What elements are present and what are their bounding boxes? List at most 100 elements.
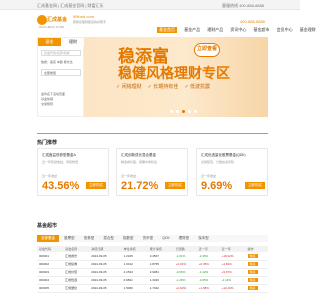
carousel-dot[interactable] bbox=[194, 110, 197, 113]
fund-code: 000003 bbox=[37, 268, 64, 277]
fund-card-desc: 近一年稳健收益，风险较低 bbox=[42, 160, 79, 164]
table-row[interactable]: 000001 汇成成长 2024-09-05 1.2345 3.4567 -1.… bbox=[37, 252, 268, 261]
tab-guaranteed[interactable]: 保本型 bbox=[194, 235, 213, 242]
year-change: +4.81% bbox=[219, 260, 246, 269]
tab-hybrid[interactable]: 混合型 bbox=[99, 235, 118, 242]
main-nav: 基金首页 基金产品 理财产品 资讯中心 基金超市 会员中心 基金理财 bbox=[157, 27, 320, 34]
fund-code: 000001 bbox=[37, 252, 64, 261]
fund-name[interactable]: 汇成量化 bbox=[63, 284, 90, 293]
carousel-dot[interactable] bbox=[176, 110, 179, 113]
buy-button[interactable]: 立即购买 bbox=[165, 182, 185, 189]
table-row[interactable]: 000004 汇成优选 2024-09-05 0.9821 1.3340 -1.… bbox=[37, 276, 268, 285]
month-change: -3.05% bbox=[196, 276, 220, 285]
fund-name[interactable]: 汇成债券 bbox=[63, 260, 90, 269]
promo-banner[interactable]: 稳添富 立即查看 稳健风格理财专区 ✓ 闲钱理财 ✓ 长期持有佳 ✓ 低波抗震 bbox=[84, 37, 268, 117]
tab-all[interactable]: 全部基金 bbox=[37, 235, 59, 242]
side-link[interactable]: 交易规则 bbox=[41, 102, 65, 107]
daily-change: -1.28% bbox=[173, 276, 197, 285]
nav-item-home[interactable]: 基金首页 bbox=[157, 27, 177, 33]
hot-section-title: 热门推荐 bbox=[37, 140, 58, 146]
carousel-dot-active[interactable] bbox=[182, 110, 185, 113]
action-cell: 购买 bbox=[245, 276, 268, 285]
tab-index[interactable]: 指数型 bbox=[119, 235, 138, 242]
unit-nav: 0.9821 bbox=[121, 276, 148, 285]
buy-button[interactable]: 购买 bbox=[247, 286, 258, 290]
nav-item-finance[interactable]: 基金理财 bbox=[300, 27, 316, 33]
section-divider bbox=[37, 133, 268, 134]
month-change: +0.35% bbox=[196, 260, 220, 269]
carousel-dots bbox=[170, 109, 200, 114]
banner-tag: ✓ 长期持有佳 bbox=[147, 84, 179, 90]
fund-type-select[interactable]: 全部类型 bbox=[41, 69, 81, 76]
total-nav: 2.9981 bbox=[147, 268, 174, 277]
action-cell: 购买 bbox=[245, 252, 268, 261]
banner-subtitle: 稳健风格理财专区 bbox=[118, 66, 230, 82]
site-logo[interactable]: 汇成基金 HUICHENG FUND bbox=[37, 14, 67, 30]
action-cell: 购买 bbox=[245, 284, 268, 293]
nav-item-funds[interactable]: 基金产品 bbox=[184, 27, 200, 33]
nav-item-wealth[interactable]: 理财产品 bbox=[207, 27, 223, 33]
buy-button[interactable]: 购买 bbox=[247, 278, 258, 282]
fund-card-label: 近一年收益 bbox=[201, 174, 217, 178]
total-nav: 1.3340 bbox=[147, 276, 174, 285]
fund-card-name[interactable]: 汇成创新成长混合基金 bbox=[121, 153, 156, 158]
fund-name[interactable]: 汇成优选 bbox=[63, 276, 90, 285]
buy-button[interactable]: 立即购买 bbox=[86, 182, 106, 189]
site-domain: 99fund.com bbox=[73, 14, 94, 19]
side-links: 金鸡名下活动页面 基金热销 交易规则 bbox=[41, 92, 65, 107]
fund-code: 000004 bbox=[37, 276, 64, 285]
tab-stock[interactable]: 股票型 bbox=[60, 235, 79, 242]
fund-card-return: 43.56% bbox=[42, 180, 80, 192]
fund-card[interactable]: 汇成鑫益债券型基金A 近一年稳健收益，风险较低 近一年收益 43.56% 立即购… bbox=[37, 148, 109, 196]
logo-name: 汇成基金 bbox=[47, 17, 68, 23]
fund-card-name[interactable]: 汇成优选量化股票基金(QDII) bbox=[201, 153, 246, 158]
table-row[interactable]: 000005 汇成量化 2024-09-05 1.5066 1.7042 +0.… bbox=[37, 284, 268, 293]
tab-wealth[interactable]: 理财型 bbox=[175, 235, 194, 242]
tab-bond[interactable]: 债券型 bbox=[80, 235, 99, 242]
carousel-dot[interactable] bbox=[188, 110, 191, 113]
tab-fund[interactable]: 基金 bbox=[38, 38, 61, 46]
year-change: +9.67% bbox=[219, 268, 246, 277]
site-slogan: 帮助您理财致富的好帮手 bbox=[73, 20, 107, 24]
buy-button[interactable]: 购买 bbox=[247, 262, 258, 266]
fund-type-tabs: 全部基金 股票型 债券型 混合型 指数型 货币型 QDII 理财型 保本型 bbox=[37, 235, 268, 242]
year-change: +18.22% bbox=[219, 252, 246, 261]
unit-nav: 1.2345 bbox=[121, 252, 148, 261]
tab-wealth[interactable]: 理财 bbox=[61, 38, 85, 46]
tab-qdii[interactable]: QDII bbox=[158, 235, 173, 242]
table-row[interactable]: 000002 汇成债券 2024-09-05 1.0012 1.8765 +0.… bbox=[37, 260, 268, 269]
hot-searches[interactable]: 热搜：嘉实 中欧 易方达 bbox=[41, 60, 73, 64]
search-tabs: 基金 理财 bbox=[38, 38, 85, 46]
action-cell: 购买 bbox=[245, 260, 268, 269]
table-row[interactable]: 000003 汇成价值 2024-09-05 2.1534 2.9981 -0.… bbox=[37, 268, 268, 277]
nav-item-member[interactable]: 会员中心 bbox=[277, 27, 293, 33]
top-bar-links[interactable]: 汇成基金网 | 汇成基金官网 | 财富汇乐 bbox=[37, 3, 104, 9]
fund-name[interactable]: 汇成价值 bbox=[63, 268, 90, 277]
nav-date: 2024-09-05 bbox=[89, 260, 122, 269]
fund-card-label: 近一年收益 bbox=[42, 174, 58, 178]
action-cell: 购买 bbox=[245, 268, 268, 277]
fund-card-name[interactable]: 汇成鑫益债券型基金A bbox=[42, 153, 76, 158]
month-change: -2.36% bbox=[196, 252, 220, 261]
nav-date: 2024-09-05 bbox=[89, 268, 122, 277]
daily-change: -0.56% bbox=[173, 268, 197, 277]
banner-cta-button[interactable]: 立即查看 bbox=[194, 43, 220, 57]
month-change: +1.88% bbox=[196, 284, 220, 293]
tab-money[interactable]: 货币型 bbox=[139, 235, 158, 242]
buy-button[interactable]: 立即购买 bbox=[245, 182, 265, 189]
nav-date: 2024-09-05 bbox=[89, 276, 122, 285]
fund-card[interactable]: 汇成创新成长混合基金 精选成长股，把握市场机会 近一年收益 21.72% 立即购… bbox=[116, 148, 188, 196]
carousel-dot[interactable] bbox=[170, 110, 173, 113]
nav-item-market[interactable]: 基金超市 bbox=[254, 27, 270, 33]
logo-icon bbox=[37, 15, 47, 25]
total-nav: 3.4567 bbox=[147, 252, 174, 261]
nav-item-news[interactable]: 资讯中心 bbox=[230, 27, 246, 33]
total-nav: 1.7042 bbox=[147, 284, 174, 293]
fund-name[interactable]: 汇成成长 bbox=[63, 252, 90, 261]
fund-card[interactable]: 汇成优选量化股票基金(QDII) 全球配置，分散投资风险 近一年收益 9.69%… bbox=[196, 148, 268, 196]
daily-change: +0.62% bbox=[173, 284, 197, 293]
search-input[interactable]: 基金代码/名称/简拼 bbox=[41, 50, 81, 56]
fund-table: 基金代码 基金名称 净值日期 单位净值 累计净值 日涨跌 近一月 近一年 操作 … bbox=[37, 246, 268, 293]
buy-button[interactable]: 购买 bbox=[247, 253, 258, 258]
buy-button[interactable]: 购买 bbox=[247, 270, 258, 274]
